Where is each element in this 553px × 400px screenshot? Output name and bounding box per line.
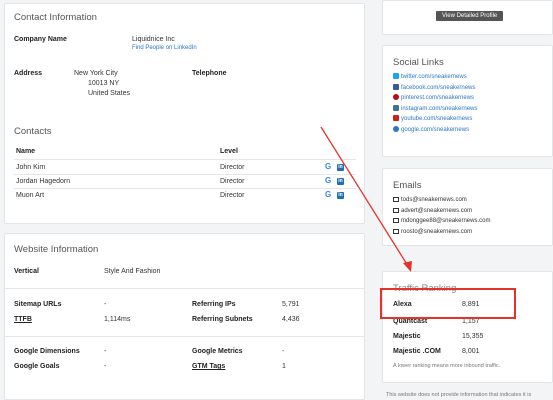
referring-subnets-label: Referring Subnets — [192, 316, 253, 323]
contact-information-title: Contact Information — [14, 12, 97, 23]
telephone-label: Telephone — [192, 70, 227, 77]
website-information-title: Website Information — [14, 244, 99, 255]
section-divider — [5, 336, 364, 337]
google-metrics-value: - — [282, 348, 285, 355]
contacts-col-level: Level — [220, 148, 238, 155]
facebook-icon — [393, 83, 399, 90]
social-links-list: twitter.com/sneakernews facebook.com/sne… — [393, 72, 477, 135]
email-item[interactable]: tods@sneakernews.com — [393, 195, 490, 206]
envelope-icon — [393, 228, 399, 234]
majestic-com-label: Majestic .COM — [393, 348, 441, 355]
google-search-icon[interactable]: G — [325, 163, 333, 171]
social-links-title: Social Links — [393, 57, 444, 68]
vertical-label: Vertical — [14, 268, 39, 275]
google-goals-label: Google Goals — [14, 363, 60, 370]
section-divider — [5, 288, 364, 289]
referring-ips-label: Referring IPs — [192, 301, 236, 308]
google-dimensions-label: Google Dimensions — [14, 348, 80, 355]
find-people-link[interactable]: Find People on LinkedIn — [132, 45, 197, 51]
google-icon — [393, 125, 399, 132]
emails-list: tods@sneakernews.com advert@sneakernews.… — [393, 195, 490, 237]
google-goals-value: - — [104, 363, 107, 370]
social-link-facebook[interactable]: facebook.com/sneakernews — [393, 83, 477, 94]
google-search-icon[interactable]: G — [325, 177, 333, 185]
youtube-icon — [393, 115, 399, 121]
company-name-value: Liquidnice Inc — [132, 36, 175, 43]
address-line-3: United States — [88, 90, 131, 97]
alexa-highlight-box — [380, 288, 516, 319]
twitter-icon — [393, 73, 399, 79]
ttfb-value: 1,114ms — [104, 316, 131, 323]
linkedin-icon[interactable]: in — [337, 164, 344, 171]
gtm-tags-value: 1 — [282, 363, 286, 370]
ttfb-label[interactable]: TTFB — [14, 316, 32, 323]
row-divider — [14, 188, 356, 189]
sitemap-urls-label: Sitemap URLs — [14, 301, 62, 308]
emails-title: Emails — [393, 180, 422, 191]
company-name-label: Company Name — [14, 36, 67, 43]
contact-level: Director — [220, 178, 245, 185]
contacts-col-name: Name — [16, 148, 36, 155]
linkedin-icon[interactable]: in — [337, 178, 344, 185]
pinterest-icon — [393, 94, 399, 100]
envelope-icon — [393, 207, 399, 213]
social-link-instagram[interactable]: instagram.com/sneakernews — [393, 104, 477, 115]
social-link-youtube[interactable]: youtube.com/sneakernews — [393, 114, 477, 125]
instagram-icon — [393, 104, 399, 111]
linkedin-icon[interactable]: in — [337, 192, 344, 199]
view-detailed-profile-button[interactable]: View Detailed Profile — [436, 11, 504, 21]
majestic-label: Majestic — [393, 333, 421, 340]
referring-ips-value: 5,791 — [282, 301, 300, 308]
google-metrics-label: Google Metrics — [192, 348, 243, 355]
email-item[interactable]: mdonggee88@sneakernews.com — [393, 216, 490, 227]
social-link-twitter[interactable]: twitter.com/sneakernews — [393, 72, 477, 83]
website-information-panel — [4, 233, 365, 400]
email-item[interactable]: roosto@sneakernews.com — [393, 227, 490, 238]
email-item[interactable]: advert@sneakernews.com — [393, 206, 490, 217]
contact-level: Director — [220, 192, 245, 199]
referring-subnets-value: 4,436 — [282, 316, 300, 323]
row-divider — [14, 174, 356, 175]
majestic-com-value: 8,001 — [462, 348, 480, 355]
address-line-2: 10013 NY — [88, 80, 120, 87]
sitemap-urls-value: - — [104, 301, 107, 308]
contact-name: Jordan Hagedorn — [16, 178, 71, 185]
contacts-header-divider — [14, 159, 356, 160]
quantcast-label: Quantcast — [393, 318, 428, 325]
contact-name: John Kim — [16, 164, 46, 171]
vertical-value: Style And Fashion — [104, 268, 161, 275]
google-search-icon[interactable]: G — [325, 191, 333, 199]
traffic-ranking-note: A lower ranking means more inbound traff… — [393, 363, 501, 369]
quantcast-value: 1,157 — [462, 318, 480, 325]
contact-name: Muon Art — [16, 192, 45, 199]
footer-note: This website does not provide informatio… — [386, 392, 532, 398]
contact-level: Director — [220, 164, 245, 171]
google-dimensions-value: - — [104, 348, 107, 355]
majestic-value: 15,355 — [462, 333, 484, 340]
envelope-icon — [393, 218, 399, 223]
social-link-google[interactable]: google.com/sneakernews — [393, 125, 477, 136]
contacts-title: Contacts — [14, 126, 52, 137]
address-label: Address — [14, 70, 43, 77]
social-link-pinterest[interactable]: pinterest.com/sneakernews — [393, 93, 477, 104]
address-line-1: New York City — [74, 70, 118, 77]
gtm-tags-label[interactable]: GTM Tags — [192, 363, 225, 370]
envelope-icon — [393, 197, 399, 202]
